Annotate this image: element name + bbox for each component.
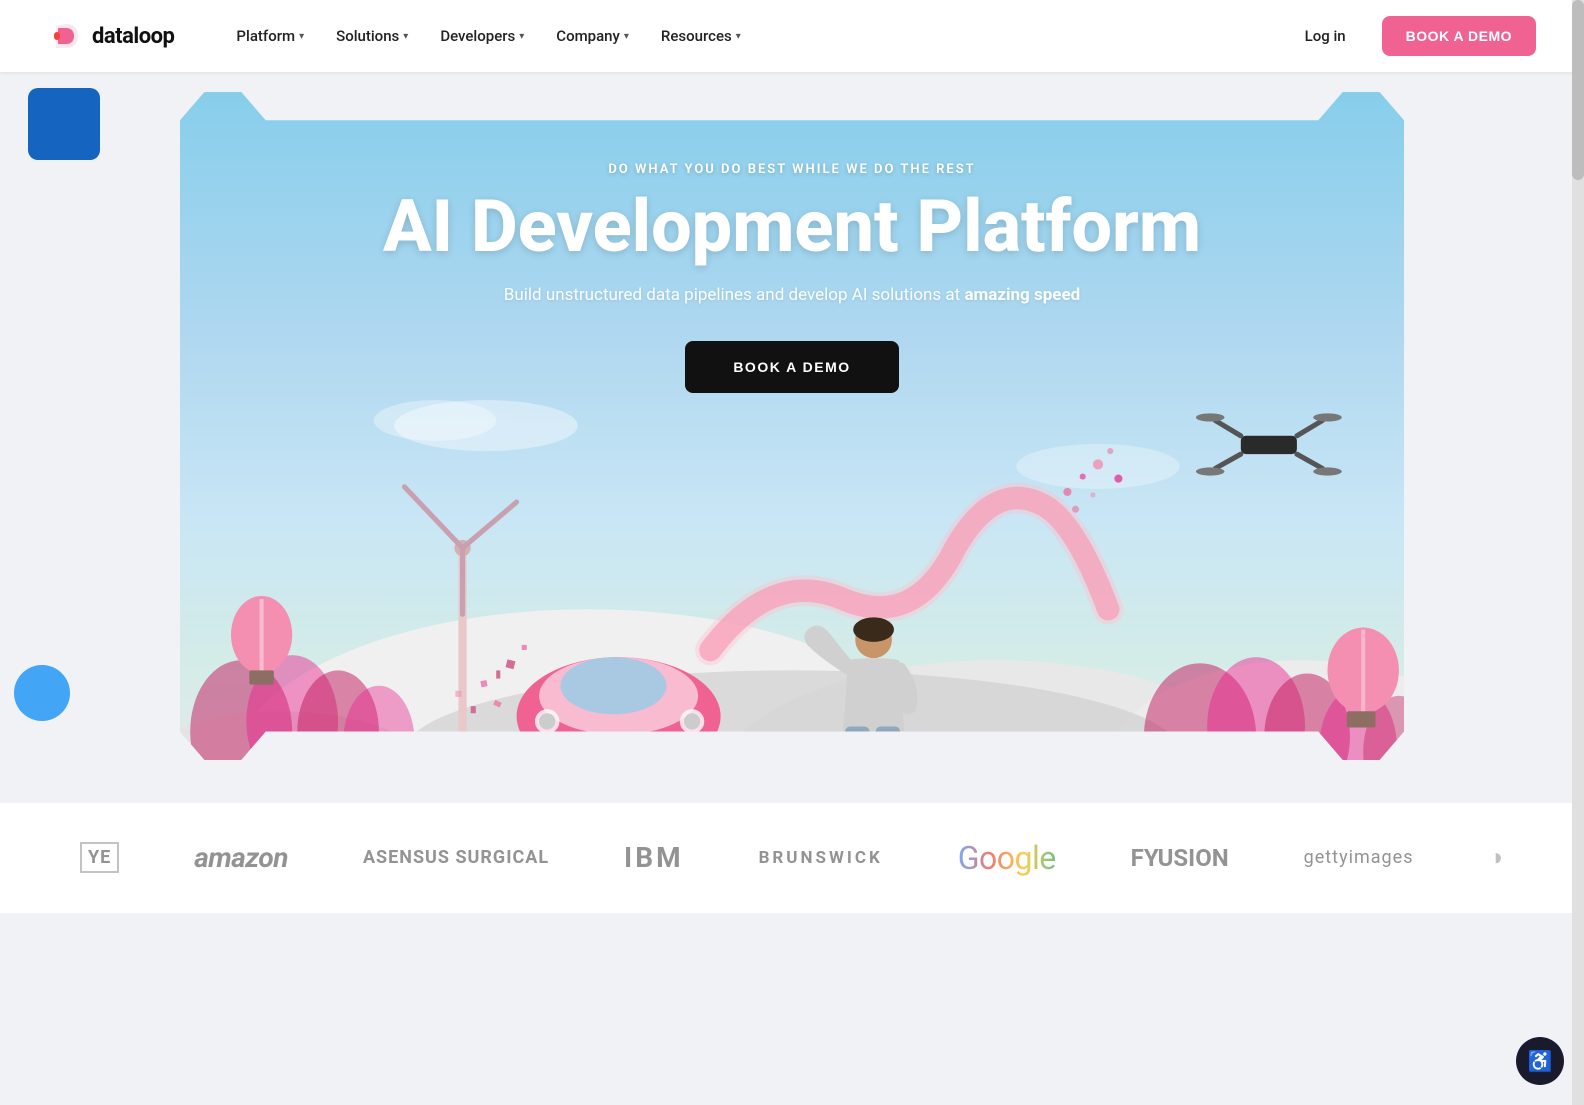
platform-chevron-icon: ▾ (299, 31, 304, 42)
hero-title: AI Development Platform (180, 189, 1404, 265)
company-chevron-icon: ▾ (624, 31, 629, 42)
accessibility-icon: ♿ (1528, 1049, 1553, 1073)
solutions-chevron-icon: ▾ (403, 31, 408, 42)
resources-chevron-icon: ▾ (736, 31, 741, 42)
scrollbar-thumb[interactable] (1572, 0, 1584, 180)
navbar-actions: Log in BOOK A DEMO (1289, 16, 1536, 56)
hero-section: DO WHAT YOU DO BEST WHILE WE DO THE REST… (0, 72, 1584, 803)
dataloop-logo-icon (48, 18, 84, 54)
nav-item-company[interactable]: Company ▾ (542, 19, 643, 53)
page-wrapper: DO WHAT YOU DO BEST WHILE WE DO THE REST… (0, 0, 1584, 913)
logo-ye: YE (80, 842, 119, 873)
hero-subtitle: DO WHAT YOU DO BEST WHILE WE DO THE REST (180, 162, 1404, 177)
blue-circle-decoration (14, 665, 70, 721)
logo-link[interactable]: dataloop (48, 18, 174, 54)
logo-google: Google (958, 839, 1056, 877)
book-demo-button-nav[interactable]: BOOK A DEMO (1382, 16, 1536, 56)
blue-square-decoration (28, 88, 100, 160)
nav-item-developers[interactable]: Developers ▾ (426, 19, 538, 53)
logo-partial: ◑ (1488, 843, 1504, 872)
hero-description-text: Build unstructured data pipelines and de… (504, 285, 965, 305)
hero-cta-button[interactable]: BOOK A DEMO (685, 341, 898, 393)
hero-container: DO WHAT YOU DO BEST WHILE WE DO THE REST… (180, 92, 1404, 803)
hero-scene-svg (180, 373, 1404, 803)
logo-asensus: ASENSUS SURGICAL (363, 847, 549, 868)
logo-brunswick: BRUNSWICK (759, 848, 883, 868)
logo-ibm: IBM (624, 841, 684, 874)
accessibility-button[interactable]: ♿ (1516, 1037, 1564, 1085)
logo-text: dataloop (92, 24, 174, 49)
hero-content: DO WHAT YOU DO BEST WHILE WE DO THE REST… (180, 92, 1404, 393)
hero-description: Build unstructured data pipelines and de… (180, 285, 1404, 305)
nav-item-solutions[interactable]: Solutions ▾ (322, 19, 422, 53)
logo-fyusion: FYUSION (1131, 844, 1229, 872)
login-button[interactable]: Log in (1289, 19, 1362, 53)
nav-item-platform[interactable]: Platform ▾ (222, 19, 318, 53)
hero-scene (180, 373, 1404, 803)
nav-menu: Platform ▾ Solutions ▾ Developers ▾ Comp… (222, 19, 1288, 53)
hero-description-highlight: amazing speed (964, 285, 1080, 305)
logo-amazon: amazon (194, 841, 288, 874)
nav-item-resources[interactable]: Resources ▾ (647, 19, 755, 53)
logos-section: YE amazon ASENSUS SURGICAL IBM BRUNSWICK… (0, 803, 1584, 913)
scrollbar[interactable] (1572, 0, 1584, 1105)
developers-chevron-icon: ▾ (519, 31, 524, 42)
logo-gettyimages: gettyimages (1304, 847, 1414, 868)
navbar: dataloop Platform ▾ Solutions ▾ Develope… (0, 0, 1584, 72)
